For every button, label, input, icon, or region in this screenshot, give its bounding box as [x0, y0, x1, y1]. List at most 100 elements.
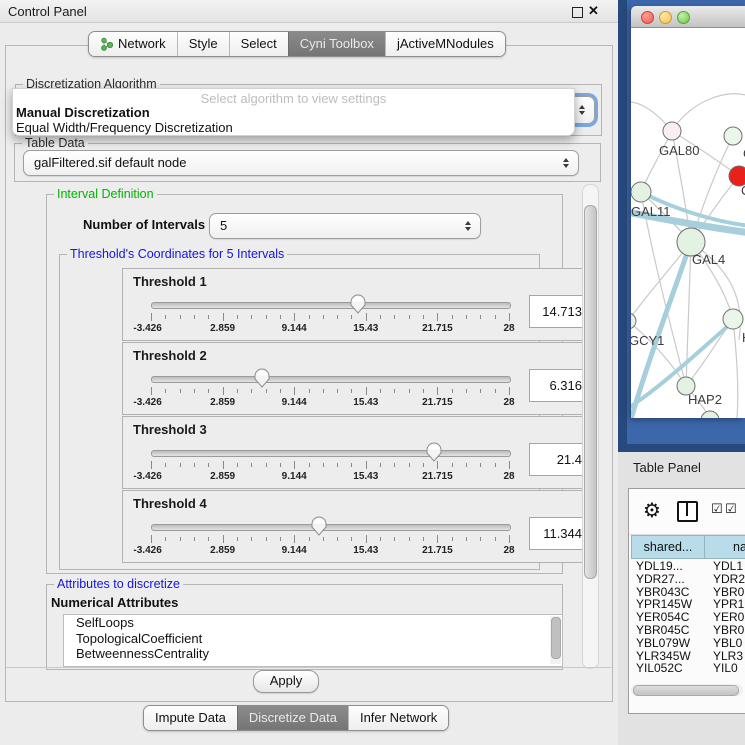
slider-thumb[interactable]	[349, 294, 367, 315]
tick-label: 21.715	[422, 471, 453, 482]
interval-definition-group: Interval Definition Number of Intervals …	[46, 194, 563, 574]
threshold-value-field[interactable]: 11.344	[529, 517, 589, 550]
numerical-attributes-label: Numerical Attributes	[51, 595, 178, 610]
scrollbar-thumb[interactable]	[584, 205, 597, 579]
tick-label: 9.144	[282, 323, 307, 334]
tick-label: 15.43	[353, 545, 378, 556]
algorithm-option[interactable]: Manual Discretization	[13, 105, 574, 120]
threshold-value-field[interactable]: 6.316	[529, 369, 589, 402]
tick-label: 2.859	[210, 323, 235, 334]
network-window-titlebar[interactable]	[631, 6, 745, 28]
desktop-edge	[618, 0, 627, 452]
table-header-row: shared... na	[631, 535, 745, 559]
attribute-items: SelfLoopsTopologicalCoefficientBetweenne…	[64, 615, 562, 662]
cell-name: YBR0	[710, 624, 745, 637]
table-row[interactable]: YER054CYER0	[631, 611, 745, 624]
threshold-slider[interactable]: -3.4262.8599.14415.4321.71528	[151, 343, 509, 414]
checkbox-icon[interactable]: ☑	[725, 502, 737, 517]
threshold-slider[interactable]: -3.4262.8599.14415.4321.71528	[151, 417, 509, 488]
threshold-slider[interactable]: -3.4262.8599.14415.4321.71528	[151, 491, 509, 562]
table-row[interactable]: YBR043CYBR0	[631, 586, 745, 599]
network-canvas[interactable]: GAL80GCGAL11GAL4GCY1HHAP2	[631, 28, 745, 418]
tick-label: -3.426	[133, 471, 161, 482]
apply-button[interactable]: Apply	[253, 670, 319, 693]
desktop-background: GAL80GCGAL11GAL4GCY1HHAP2	[618, 0, 745, 452]
network-edge[interactable]	[733, 319, 738, 418]
tab-style[interactable]: Style	[177, 32, 229, 56]
network-node[interactable]	[724, 127, 742, 145]
table-row[interactable]: YBL079WYBL0	[631, 637, 745, 650]
tab-label: Select	[241, 32, 277, 56]
attribute-item[interactable]: TopologicalCoefficient	[64, 631, 562, 647]
table-data-combobox[interactable]: galFiltered.sif default node	[23, 150, 579, 176]
gear-icon[interactable]: ⚙	[643, 498, 661, 522]
hscrollbar-thumb[interactable]	[633, 685, 739, 696]
tab-label: jActiveMNodules	[397, 32, 494, 56]
control-panel: Control Panel ✕ NetworkStyleSelectCyni T…	[0, 0, 618, 745]
table-row[interactable]: YPR145WYPR1	[631, 598, 745, 611]
cell-name: YPR1	[710, 598, 745, 611]
tick-label: -3.426	[133, 323, 161, 334]
combo-arrows-icon	[579, 105, 585, 115]
list-scrollbar-thumb[interactable]	[551, 617, 561, 659]
slider-ticks	[151, 313, 509, 322]
table-row[interactable]: YDR27...YDR2	[631, 573, 745, 586]
tab-jactivemnodules[interactable]: jActiveMNodules	[385, 32, 505, 56]
cell-shared-name: YIL052C	[631, 662, 710, 675]
network-node[interactable]	[701, 411, 719, 418]
tab-cyni-toolbox[interactable]: Cyni Toolbox	[288, 32, 385, 56]
zoom-window-icon[interactable]	[677, 11, 690, 24]
threshold-row: Threshold 4-3.4262.8599.14415.4321.71528…	[122, 490, 596, 563]
number-of-intervals-combobox[interactable]: 5	[209, 213, 481, 239]
table-row[interactable]: YIL052CYIL0	[631, 662, 745, 675]
float-panel-icon[interactable]	[572, 7, 583, 18]
network-node[interactable]	[631, 182, 651, 202]
table-hscrollbar[interactable]	[631, 684, 743, 696]
checkbox-icon[interactable]: ☑	[711, 502, 723, 517]
cell-shared-name: YLR345W	[631, 650, 710, 663]
table-row[interactable]: YBR045CYBR0	[631, 624, 745, 637]
close-panel-icon[interactable]: ✕	[588, 3, 599, 19]
table-row[interactable]: YDL19...YDL1	[631, 560, 745, 573]
tick-label: -3.426	[133, 545, 161, 556]
cell-shared-name: YDL19...	[631, 560, 710, 573]
thresholds-group-title: Threshold's Coordinates for 5 Intervals	[67, 247, 287, 261]
tab-select[interactable]: Select	[229, 32, 288, 56]
cell-shared-name: YBR045C	[631, 624, 710, 637]
attribute-item[interactable]: SelfLoops	[64, 615, 562, 631]
network-node[interactable]	[663, 122, 681, 140]
tab-infer-network[interactable]: Infer Network	[348, 706, 448, 730]
tab-network[interactable]: Network	[89, 32, 177, 56]
tab-impute-data[interactable]: Impute Data	[144, 706, 237, 730]
slider-ticks	[151, 387, 509, 396]
threshold-slider[interactable]: -3.4262.8599.14415.4321.71528	[151, 269, 509, 340]
slider-track	[151, 302, 511, 309]
slider-thumb[interactable]	[310, 516, 328, 537]
attribute-item[interactable]: BetweennessCentrality	[64, 646, 562, 662]
attributes-listbox[interactable]: SelfLoopsTopologicalCoefficientBetweenne…	[63, 614, 563, 667]
tick-label: 28	[503, 471, 514, 482]
network-edge[interactable]	[631, 242, 691, 321]
minimize-window-icon[interactable]	[659, 11, 672, 24]
cell-name: YDL1	[710, 560, 745, 573]
slider-tick-labels: -3.4262.8599.14415.4321.71528	[151, 545, 509, 557]
slider-thumb[interactable]	[425, 442, 443, 463]
column-header-name[interactable]: na	[705, 535, 745, 559]
column-header-shared-name[interactable]: shared...	[631, 535, 705, 559]
threshold-value-field[interactable]: 14.713	[529, 295, 589, 328]
list-scrollbar[interactable]	[550, 616, 561, 664]
network-edge[interactable]	[672, 94, 745, 131]
settings-scrollbar[interactable]	[582, 184, 599, 669]
tick-label: 15.43	[353, 397, 378, 408]
network-node[interactable]	[723, 309, 743, 329]
number-of-intervals-value: 5	[210, 214, 480, 233]
slider-thumb[interactable]	[253, 368, 271, 389]
algorithm-option[interactable]: Equal Width/Frequency Discretization	[13, 120, 574, 135]
close-window-icon[interactable]	[641, 11, 654, 24]
network-icon	[100, 37, 113, 51]
tab-discretize-data[interactable]: Discretize Data	[237, 706, 348, 730]
columns-icon[interactable]	[677, 501, 698, 522]
table-row[interactable]: YLR345WYLR3	[631, 650, 745, 663]
cell-name: YBR0	[710, 586, 745, 599]
threshold-value-field[interactable]: 21.4	[529, 443, 589, 476]
